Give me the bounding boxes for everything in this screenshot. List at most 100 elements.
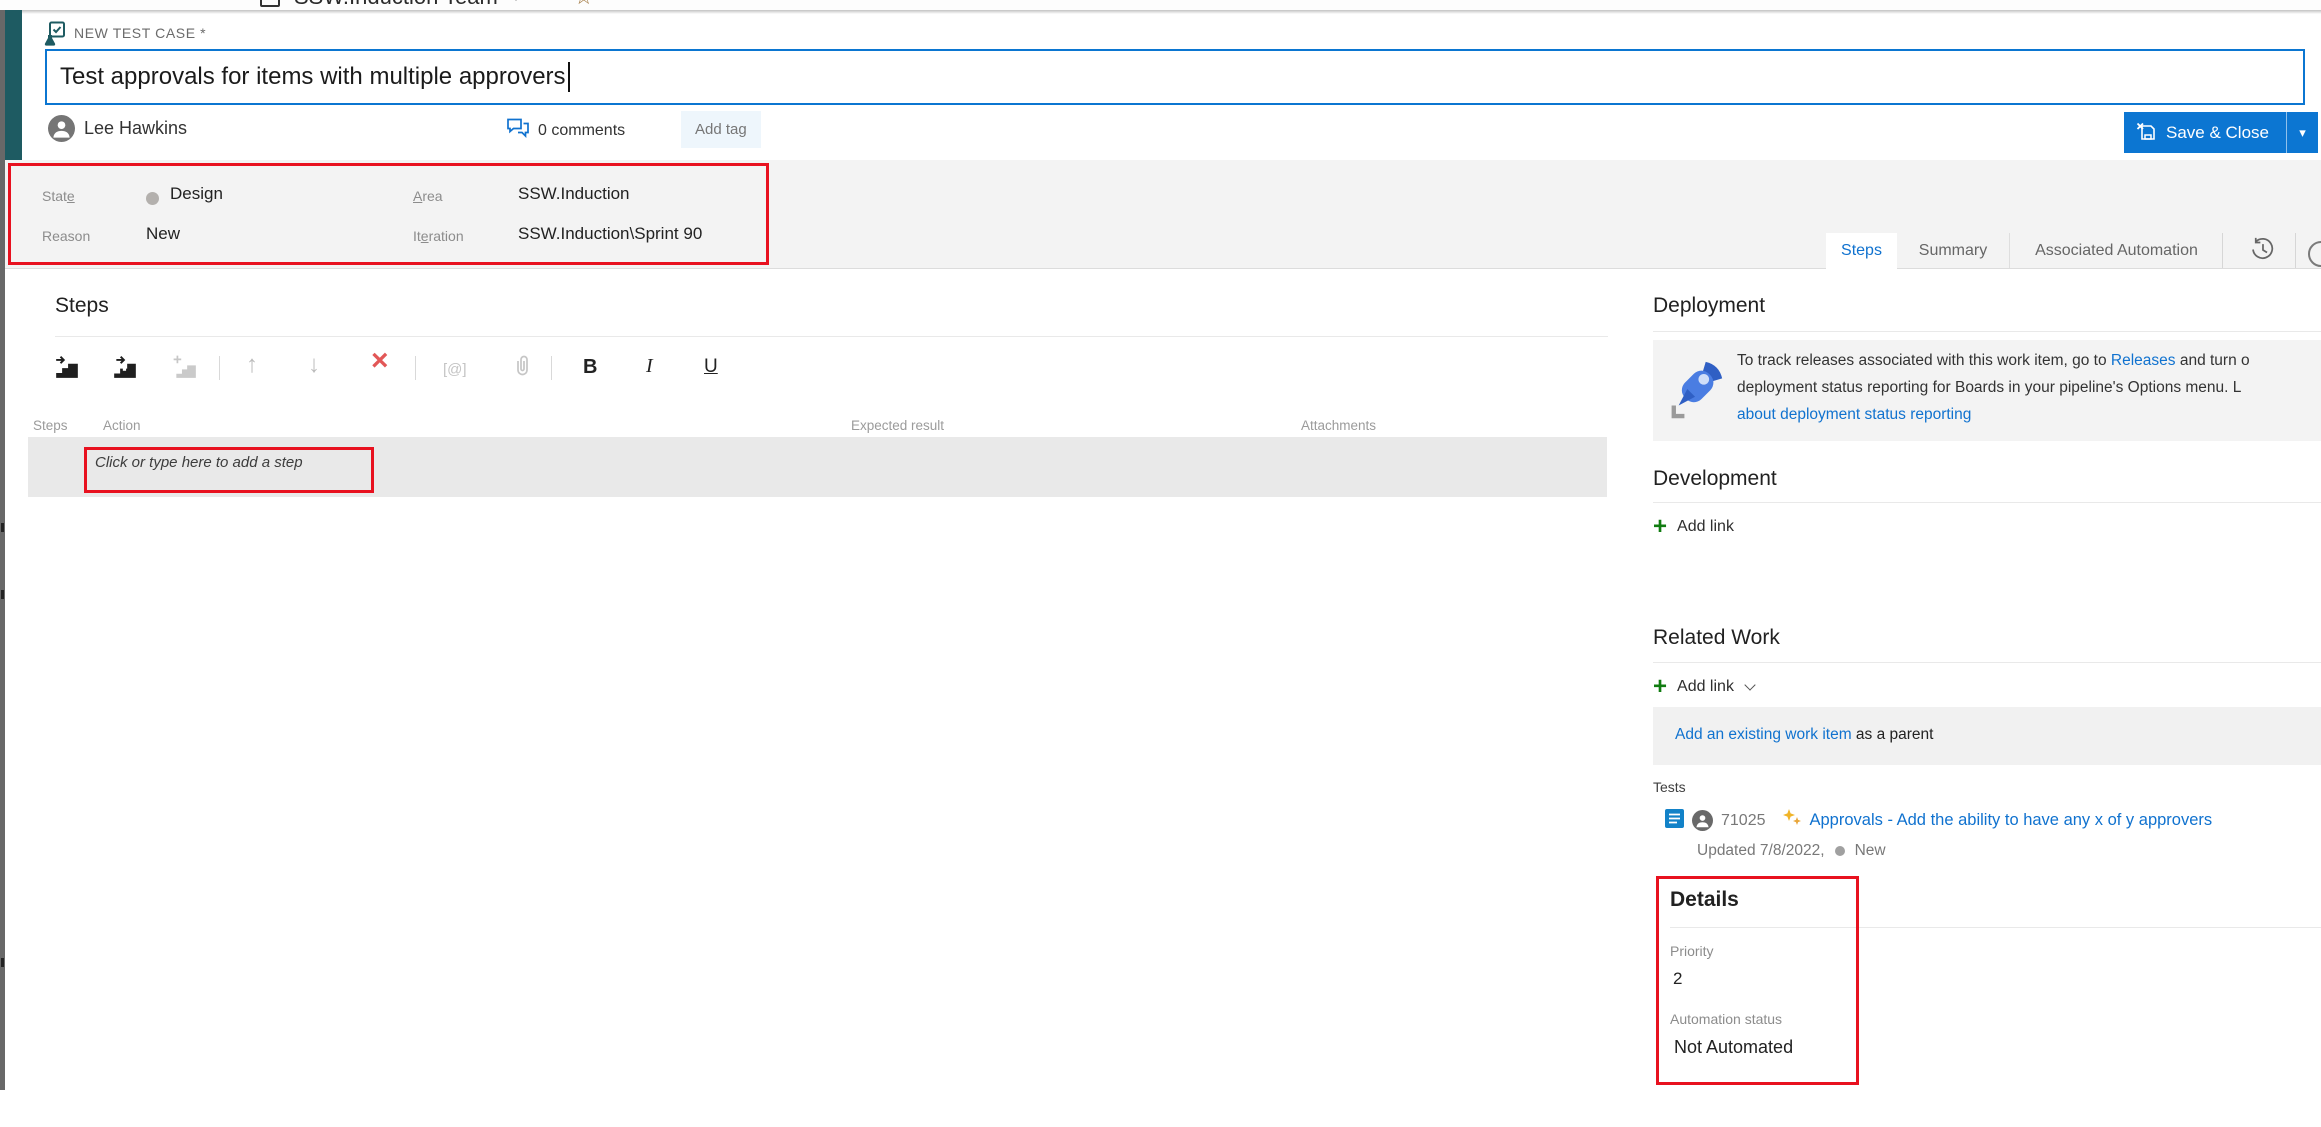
details-rule — [1670, 927, 2321, 928]
priority-value[interactable]: 2 — [1673, 969, 1682, 989]
delete-step-icon[interactable]: × — [371, 344, 389, 378]
underline-button[interactable]: U — [704, 356, 718, 378]
save-close-button[interactable]: Save & Close ▾ — [2124, 112, 2318, 153]
related-work-add-link-button[interactable]: + Add link — [1653, 676, 1754, 698]
italic-button[interactable]: I — [646, 355, 653, 378]
avatar — [1692, 810, 1713, 831]
development-add-link-button[interactable]: + Add link — [1653, 516, 1734, 538]
favorite-star-icon: ☆ — [574, 0, 594, 10]
tab-summary[interactable]: Summary — [1897, 233, 2009, 268]
state-dot — [146, 192, 159, 205]
iteration-value[interactable]: SSW.Induction\Sprint 90 — [518, 224, 702, 244]
test-steps-icon — [1665, 809, 1684, 833]
add-tag-button[interactable]: Add tag — [681, 111, 761, 148]
column-header-attachments: Attachments — [1301, 418, 1376, 433]
title-text: Test approvals for items with multiple a… — [60, 63, 566, 91]
reason-label: Reason — [42, 228, 90, 244]
column-header-action: Action — [103, 418, 141, 433]
plus-icon: + — [1653, 676, 1667, 698]
background-icon-fragment: º — [626, 0, 633, 9]
automation-status-value[interactable]: Not Automated — [1674, 1037, 1793, 1058]
tests-heading: Tests — [1653, 779, 1686, 795]
details-heading: Details — [1670, 888, 1739, 912]
deployment-status-reporting-link[interactable]: about deployment status reporting — [1737, 406, 1971, 423]
add-step-placeholder: Click or type here to add a step — [95, 454, 303, 471]
history-tab[interactable] — [2233, 236, 2291, 266]
work-item-type-color-bar — [5, 10, 22, 160]
background-page-fragment — [1, 958, 4, 967]
comments-button[interactable]: 0 comments — [506, 117, 625, 145]
state-dot — [1835, 846, 1845, 856]
test-state: New — [1855, 842, 1886, 860]
deployment-rule — [1653, 331, 2321, 332]
deployment-info-box: To track releases associated with this w… — [1653, 340, 2321, 441]
add-link-label: Add link — [1677, 518, 1734, 536]
reason-value[interactable]: New — [146, 224, 180, 244]
title-input[interactable]: Test approvals for items with multiple a… — [45, 49, 2305, 105]
background-page-fragment — [1, 590, 4, 599]
bold-button[interactable]: B — [583, 356, 597, 379]
assignee-field[interactable]: Lee Hawkins — [48, 115, 187, 142]
deployment-text-line2: deployment status reporting for Boards i… — [1737, 374, 2321, 401]
related-work-rule — [1653, 662, 2321, 663]
insert-shared-steps-icon[interactable] — [112, 354, 138, 385]
sparkles-icon — [1782, 808, 1802, 833]
team-icon — [260, 0, 280, 7]
attachment-icon[interactable] — [512, 353, 532, 384]
comments-icon — [506, 117, 530, 145]
background-page-fragment — [1, 523, 4, 532]
iteration-label: Iteration — [413, 228, 464, 244]
releases-link[interactable]: Releases — [2111, 352, 2176, 369]
create-shared-steps-icon[interactable] — [172, 354, 198, 385]
deployment-heading: Deployment — [1653, 294, 1765, 318]
tab-associated-automation[interactable]: Associated Automation — [2009, 233, 2223, 268]
history-icon — [2249, 236, 2276, 267]
development-heading: Development — [1653, 467, 1777, 491]
save-options-dropdown[interactable]: ▾ — [2287, 125, 2318, 141]
steps-rule — [55, 336, 1608, 337]
move-step-down-icon[interactable]: ↓ — [308, 351, 320, 379]
state-label: State — [42, 188, 75, 204]
state-value[interactable]: Design — [170, 184, 223, 204]
development-rule — [1653, 502, 2321, 503]
column-header-expected-result: Expected result — [851, 418, 944, 433]
deployment-text-line3: about deployment status reporting — [1737, 401, 2321, 428]
test-work-item-link[interactable]: Approvals - Add the ability to have any … — [1810, 811, 2213, 830]
area-label: Area — [413, 188, 443, 204]
work-item-type-label: NEW TEST CASE * — [74, 25, 206, 41]
area-value[interactable]: SSW.Induction — [518, 184, 630, 204]
related-work-heading: Related Work — [1653, 626, 1780, 650]
updated-date: Updated 7/8/2022, — [1697, 842, 1825, 860]
add-step-row[interactable]: Click or type here to add a step — [28, 437, 1607, 497]
insert-step-icon[interactable] — [54, 354, 80, 385]
team-name: SSW.Induction Team — [294, 0, 498, 10]
assignee-name: Lee Hawkins — [84, 118, 187, 139]
as-a-parent-text: as a parent — [1852, 726, 1934, 743]
text-cursor — [568, 62, 570, 92]
background-team-bar: SSW.Induction Team ☆ º — [0, 0, 2321, 10]
rocket-icon — [1667, 356, 1727, 427]
toolbar-divider — [219, 356, 220, 380]
test-work-item-meta: Updated 7/8/2022, New — [1697, 842, 1886, 860]
add-existing-work-item-link[interactable]: Add an existing work item — [1675, 726, 1852, 743]
tab-divider — [2295, 233, 2296, 268]
insert-parameter-icon[interactable]: [@] — [443, 361, 467, 378]
test-case-icon — [44, 21, 66, 52]
chevron-down-icon — [510, 0, 521, 1]
work-item-id: 71025 — [1721, 812, 1766, 830]
deployment-text-line1: To track releases associated with this w… — [1737, 347, 2321, 374]
new-test-case-dialog: { "colors": { "accent_blue": "#0c76d2", … — [0, 0, 2321, 1127]
priority-label: Priority — [1670, 943, 1714, 959]
add-link-label: Add link — [1677, 678, 1734, 696]
column-header-steps: Steps — [33, 418, 68, 433]
tab-steps[interactable]: Steps — [1826, 233, 1897, 269]
comments-count: 0 comments — [538, 122, 625, 140]
automation-status-label: Automation status — [1670, 1011, 1782, 1027]
move-step-up-icon[interactable]: ↑ — [246, 351, 258, 379]
steps-heading: Steps — [55, 294, 109, 318]
toolbar-divider — [551, 356, 552, 380]
add-parent-row: Add an existing work item as a parent — [1653, 707, 2321, 765]
test-work-item-row: 71025 Approvals - Add the ability to hav… — [1665, 808, 2212, 833]
chevron-down-icon — [1744, 679, 1755, 690]
toolbar-divider — [415, 356, 416, 380]
